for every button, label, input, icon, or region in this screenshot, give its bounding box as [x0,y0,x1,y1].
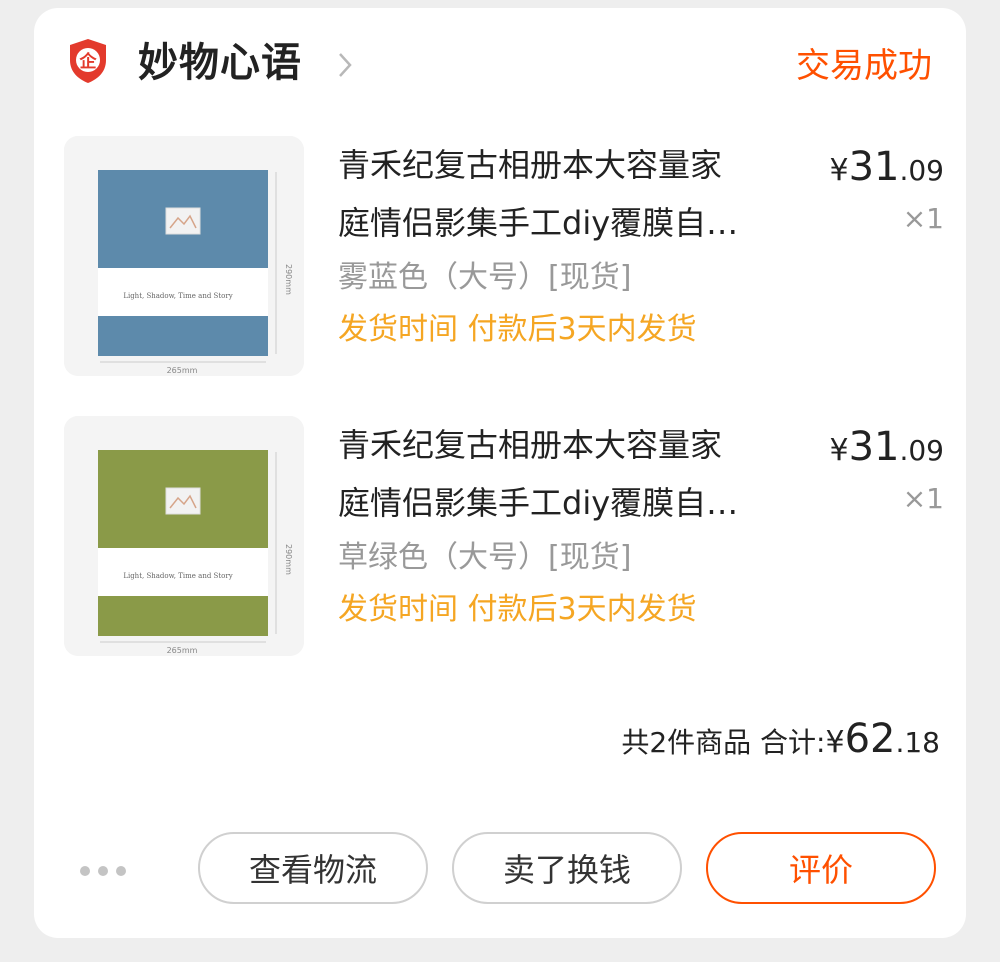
item-price: ¥31.09 [829,144,944,190]
order-card: 企 妙物心语 交易成功 Light, Shadow, Time and Stor… [34,8,966,938]
price-decimal: .09 [899,434,944,467]
view-logistics-button[interactable]: 查看物流 [198,832,428,904]
order-status: 交易成功 [796,46,932,86]
resell-button[interactable]: 卖了换钱 [452,832,682,904]
item-title-line: 庭情侣影集手工diy覆膜自… [338,484,739,522]
price-currency: ¥ [829,433,849,468]
item-title[interactable]: 青禾纪复古相册本大容量家 庭情侣影集手工diy覆膜自… [338,136,778,252]
price-decimal: .09 [899,154,944,187]
thumb-height: 290mm [284,264,293,295]
thumb-width: 265mm [167,646,198,655]
total-currency: ¥ [825,725,845,760]
item-price: ¥31.09 [829,424,944,470]
album-image: Light, Shadow, Time and Story 265mm 290m… [64,416,304,656]
order-item[interactable]: Light, Shadow, Time and Story 265mm 290m… [64,416,944,666]
item-title-line: 庭情侣影集手工diy覆膜自… [338,204,739,242]
item-sku: 草绿色（大号）[现货] [338,540,632,575]
total-integer: 62 [844,716,896,762]
item-shipping: 发货时间 付款后3天内发货 [338,312,697,347]
product-thumbnail[interactable]: Light, Shadow, Time and Story 265mm 290m… [64,136,304,376]
item-shipping: 发货时间 付款后3天内发货 [338,592,697,627]
item-title-line: 青禾纪复古相册本大容量家 [338,146,723,184]
price-currency: ¥ [829,153,849,188]
chevron-right-icon[interactable] [334,48,356,82]
shop-name[interactable]: 妙物心语 [138,38,302,88]
product-thumbnail[interactable]: Light, Shadow, Time and Story 265mm 290m… [64,416,304,656]
enterprise-shield-icon: 企 [70,39,106,83]
thumb-subtitle: Light, Shadow, Time and Story [123,292,232,300]
review-button[interactable]: 评价 [706,832,936,904]
thumb-width: 265mm [167,366,198,375]
thumb-height: 290mm [284,544,293,575]
item-quantity: ×1 [902,202,944,235]
total-decimal: .18 [895,726,940,759]
price-integer: 31 [848,144,900,190]
more-options-icon[interactable] [78,864,128,878]
item-sku: 雾蓝色（大号）[现货] [338,260,632,295]
thumb-subtitle: Light, Shadow, Time and Story [123,572,232,580]
summary-label: 共2件商品 合计: [621,726,826,759]
badge-glyph: 企 [79,51,98,72]
item-quantity: ×1 [902,482,944,515]
order-item[interactable]: Light, Shadow, Time and Story 265mm 290m… [64,136,944,386]
item-title-line: 青禾纪复古相册本大容量家 [338,426,723,464]
order-summary: 共2件商品 合计:¥62.18 [621,716,940,762]
album-image: Light, Shadow, Time and Story 265mm 290m… [64,136,304,376]
price-integer: 31 [848,424,900,470]
item-title[interactable]: 青禾纪复古相册本大容量家 庭情侣影集手工diy覆膜自… [338,416,778,532]
